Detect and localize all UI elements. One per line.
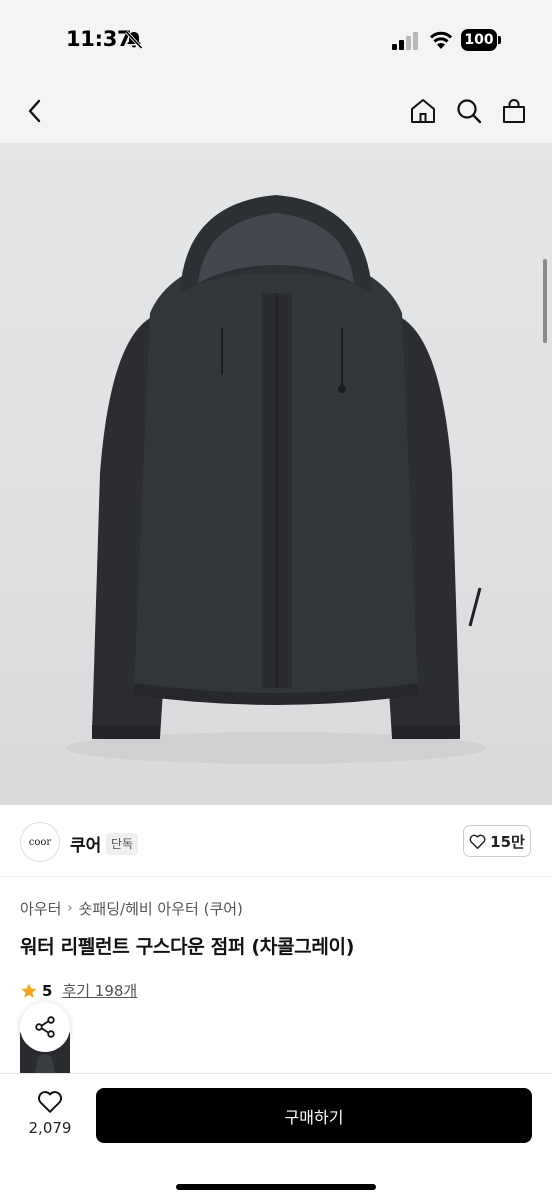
- home-indicator: [176, 1184, 376, 1190]
- jacket-illustration: [66, 195, 486, 764]
- brand-name[interactable]: 쿠어: [70, 831, 101, 856]
- brand-like-count: 15만: [490, 832, 525, 851]
- breadcrumb-item-category[interactable]: 숏패딩/헤비 아우터 (쿠어): [79, 898, 243, 919]
- brand-like-button[interactable]: 15만: [463, 825, 531, 857]
- share-button[interactable]: [20, 1002, 70, 1052]
- search-button[interactable]: [454, 96, 484, 126]
- status-bar: 11:37 100: [0, 0, 552, 80]
- wishlist-count: 2,079: [28, 1119, 72, 1137]
- rating-row: 5 후기 198개: [20, 980, 137, 1001]
- status-time: 11:37: [66, 27, 132, 51]
- bell-slash-icon: [125, 30, 143, 50]
- heart-icon: [469, 834, 486, 849]
- breadcrumb-item-outer[interactable]: 아우터: [20, 898, 61, 919]
- review-link[interactable]: 후기 198개: [62, 980, 137, 1001]
- product-title: 워터 리펠런트 구스다운 점퍼 (차콜그레이): [20, 936, 355, 958]
- home-icon: [411, 99, 435, 123]
- scroll-indicator: [543, 259, 547, 343]
- product-image[interactable]: [0, 143, 552, 805]
- rating-score: 5: [42, 981, 53, 1000]
- buy-button[interactable]: 구매하기: [96, 1088, 532, 1143]
- search-icon: [457, 99, 482, 124]
- cart-button[interactable]: [499, 96, 529, 126]
- breadcrumb-chevron-icon: ›: [67, 901, 73, 916]
- signal-icon: [392, 32, 418, 50]
- wifi-icon: [429, 31, 453, 49]
- cart-icon: [503, 99, 525, 123]
- exclusive-badge: 단독: [106, 833, 139, 855]
- battery-tip: [498, 36, 501, 44]
- home-button[interactable]: [408, 96, 438, 126]
- back-chevron-icon: [28, 99, 41, 123]
- battery-indicator: 100: [461, 29, 501, 51]
- battery-level: 100: [461, 29, 497, 51]
- heart-icon: [37, 1091, 63, 1113]
- breadcrumb: 아우터 › 숏패딩/헤비 아우터 (쿠어): [20, 898, 243, 919]
- wishlist-button[interactable]: 2,079: [20, 1090, 80, 1137]
- nav-bar: [0, 80, 552, 143]
- share-icon: [35, 1016, 55, 1038]
- back-button[interactable]: [20, 96, 50, 126]
- star-icon: [21, 983, 37, 998]
- brand-logo[interactable]: coor: [20, 822, 60, 862]
- brand-row: coor 쿠어 단독 15만: [0, 805, 552, 877]
- bottom-action-bar: 2,079 구매하기: [0, 1073, 552, 1200]
